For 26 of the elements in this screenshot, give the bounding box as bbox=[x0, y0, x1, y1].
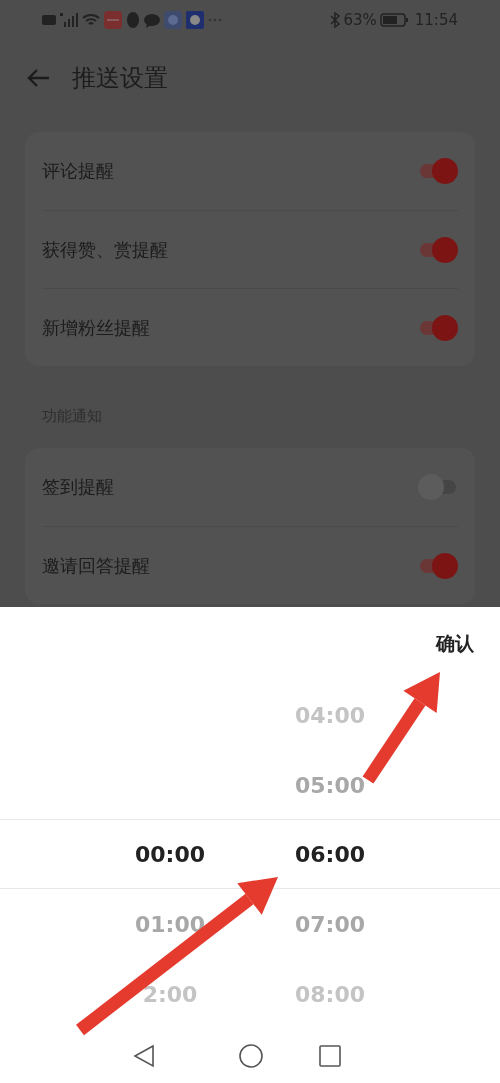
toggle-switch[interactable] bbox=[418, 552, 458, 579]
confirm-button[interactable]: 确认 bbox=[436, 631, 474, 657]
signal-icon bbox=[60, 13, 78, 27]
time-option[interactable]: 04:00 bbox=[295, 703, 365, 729]
app-icon bbox=[186, 11, 204, 29]
battery-icon bbox=[379, 13, 408, 27]
time-option[interactable]: 00:00 bbox=[135, 842, 205, 868]
time-option[interactable]: 2:00 bbox=[142, 981, 198, 1007]
time-option[interactable]: 05:00 bbox=[295, 772, 365, 798]
toggle-switch[interactable] bbox=[418, 314, 458, 341]
time-option[interactable]: 06:00 bbox=[295, 842, 365, 868]
back-icon[interactable] bbox=[133, 1044, 155, 1068]
toggle-switch[interactable] bbox=[418, 158, 458, 184]
wifi-icon bbox=[82, 13, 100, 27]
time-option[interactable]: 08:00 bbox=[295, 981, 365, 1007]
toggle-switch[interactable] bbox=[418, 474, 458, 500]
time-option[interactable]: 07:00 bbox=[295, 912, 365, 938]
time-option[interactable]: 01:00 bbox=[135, 912, 205, 938]
recents-icon[interactable] bbox=[319, 1045, 341, 1067]
home-icon[interactable] bbox=[239, 1044, 263, 1068]
back-arrow-icon[interactable] bbox=[26, 67, 50, 88]
music-app-icon bbox=[164, 11, 182, 29]
bluetooth-icon bbox=[330, 12, 341, 28]
chat-icon bbox=[144, 12, 160, 28]
toggle-switch[interactable] bbox=[418, 236, 458, 263]
app-icon bbox=[104, 11, 122, 29]
